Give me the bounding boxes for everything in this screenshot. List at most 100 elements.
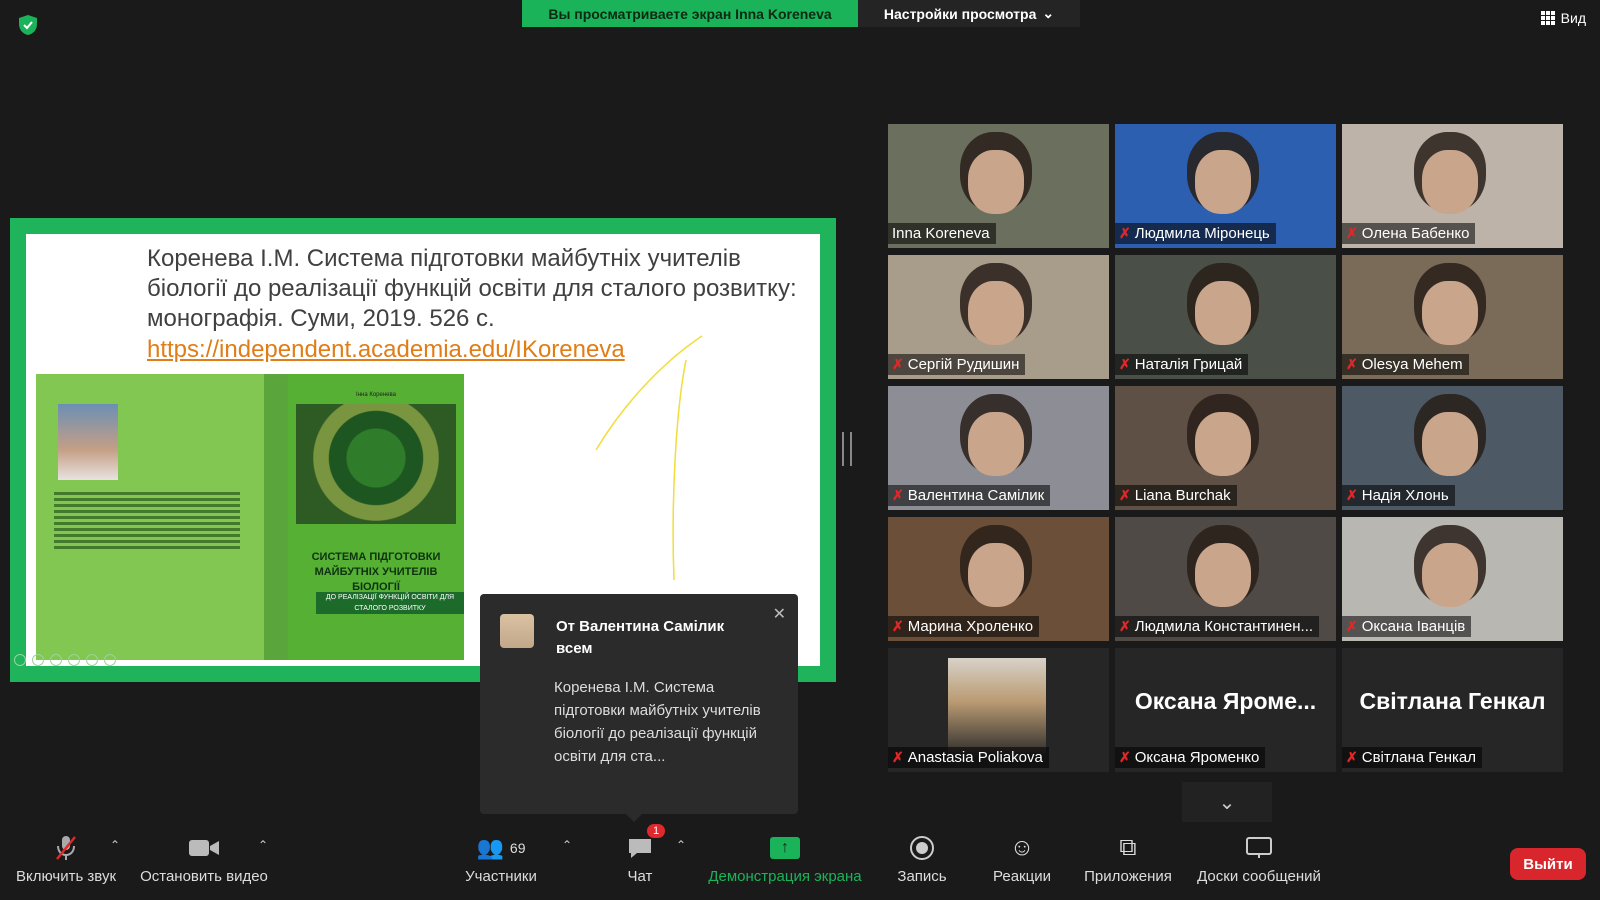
participant-big-name: Оксана Яроме... [1134,688,1317,714]
microphone-muted-icon: ✗ [1346,618,1358,634]
whiteboards-button[interactable]: Доски сообщений [1194,830,1324,885]
participant-big-name: Світлана Генкал [1359,688,1546,714]
whiteboards-label: Доски сообщений [1197,868,1321,885]
microphone-muted-icon: ✗ [892,749,904,765]
participant-name-tag: ✗ Olesya Mehem [1342,354,1469,375]
author-photo [58,404,118,480]
participant-tile[interactable]: ✗ Наталія Грицай [1115,255,1336,379]
view-options-menu[interactable]: Настройки просмотра ⌄ [858,0,1080,27]
chat-bubble-icon: 1 [627,824,666,866]
stop-video-button[interactable]: Остановить видео [138,830,270,885]
whiteboard-icon [1246,830,1272,866]
chat-message: Коренева І.М. Система підготовки майбутн… [554,679,761,765]
participant-tile[interactable]: ✗ Anastasia Poliakova [888,648,1109,772]
chat-notification[interactable]: От Валентина Самілик всем ✕ Коренева І.М… [480,594,798,822]
participants-count: 69 [509,840,526,856]
book-subtitle: ДО РЕАЛІЗАЦІЇ ФУНКЦІЙ ОСВІТИ ДЛЯ СТАЛОГО… [316,592,464,614]
reactions-label: Реакции [993,868,1051,885]
participant-name-tag: ✗ Наталія Грицай [1115,354,1249,375]
participant-tile[interactable]: ✗ Olesya Mehem [1342,255,1563,379]
slide-link[interactable]: https://independent.academia.edu/IKorene… [147,336,625,364]
view-button[interactable]: Вид [1540,10,1586,26]
microphone-muted-icon: ✗ [1119,487,1131,503]
chat-options-caret[interactable]: ⌃ [676,838,686,852]
participant-name-tag: ✗ Liana Burchak [1115,485,1237,506]
reactions-button[interactable]: ☺ Реакции [992,830,1052,885]
book-title: СИСТЕМА ПІДГОТОВКИ МАЙБУТНІХ УЧИТЕЛІВ БІ… [311,551,441,593]
microphone-muted-icon: ✗ [1119,225,1131,241]
participant-tile[interactable]: ✗ Людмила Константинен... [1115,517,1336,641]
participant-name: Світлана Генкал [1361,749,1477,766]
chat-button[interactable]: 1 Чат [618,824,666,885]
participant-tile[interactable]: ✗ Валентина Самілик [888,386,1109,510]
microphone-muted-icon: ✗ [1346,356,1358,372]
slide-controls[interactable] [14,654,116,666]
microphone-muted-icon: ✗ [1119,618,1131,634]
participant-tile[interactable]: ✗ Liana Burchak [1115,386,1336,510]
stop-video-label: Остановить видео [140,868,268,885]
participant-name-tag: ✗ Марина Хроленко [888,616,1040,637]
share-screen-button[interactable]: ↑ Демонстрация экрана [706,830,864,885]
microphone-muted-icon: ✗ [892,356,904,372]
participants-button[interactable]: 👥 69 Участники [460,830,542,885]
slide-citation-text: Коренева І.М. Система підготовки майбутн… [147,245,797,332]
participant-name: Olesya Mehem [1361,356,1463,373]
participant-tile[interactable]: ✗ Оксана Іванців [1342,517,1563,641]
participant-tile[interactable]: Світлана Генкал ✗ Світлана Генкал [1342,648,1563,772]
participant-tile[interactable]: ✗ Надія Хлонь [1342,386,1563,510]
microphone-muted-icon: ✗ [892,618,904,634]
participant-tile[interactable]: ✗ Марина Хроленко [888,517,1109,641]
participant-name: Людмила Міронець [1134,225,1270,242]
share-screen-label: Демонстрация экрана [708,868,862,885]
participant-name: Liana Burchak [1134,487,1231,504]
security-shield-icon[interactable] [18,14,38,36]
participant-face [968,543,1024,607]
participant-name-tag: ✗ Людмила Міронець [1115,223,1276,244]
avatar [500,614,534,648]
participant-face [968,150,1024,214]
unmute-button[interactable]: Включить звук [14,830,118,885]
participant-name: Валентина Самілик [907,487,1045,504]
participant-name-tag: ✗ Оксана Яроменко [1115,747,1266,768]
audio-options-caret[interactable]: ⌃ [110,838,120,852]
apps-button[interactable]: ⧉ Приложения [1082,830,1174,885]
participant-face [968,281,1024,345]
resize-handle[interactable] [842,432,852,466]
participant-tile[interactable]: ✗ Людмила Міронець [1115,124,1336,248]
leave-meeting-button[interactable]: Выйти [1510,848,1586,880]
book-front-cover: Інна Коренева СИСТЕМА ПІДГОТОВКИ МАЙБУТН… [288,374,464,660]
book-spine [264,374,288,660]
book-cover-image: Інна Коренева СИСТЕМА ПІДГОТОВКИ МАЙБУТН… [36,374,464,660]
book-author: Інна Коренева [356,392,396,398]
apps-label: Приложения [1084,868,1172,885]
profile-photo [948,658,1046,756]
book-back-text [54,492,240,552]
participant-face [1422,281,1478,345]
grid-icon [1540,11,1555,25]
participant-name-tag: ✗ Anastasia Poliakova [888,747,1049,768]
screen-share-banner: Вы просматриваете экран Inna Koreneva [522,0,858,27]
video-options-caret[interactable]: ⌃ [258,838,268,852]
record-label: Запись [897,868,947,885]
share-screen-icon: ↑ [770,830,800,866]
participant-name-tag: ✗ Сергій Рудишин [888,354,1026,375]
participant-face [1195,281,1251,345]
participants-options-caret[interactable]: ⌃ [562,838,572,852]
participant-tile[interactable]: ✗ Олена Бабенко [1342,124,1563,248]
participant-name: Олена Бабенко [1361,225,1470,242]
smiley-plus-icon: ☺ [1009,834,1035,861]
chevron-down-icon: ⌄ [1042,5,1055,21]
participant-gallery: Inna Koreneva ✗ Людмила Міронець ✗ Олена Баб… [888,124,1564,776]
close-icon[interactable]: ✕ [773,604,786,624]
view-button-label: Вид [1560,10,1586,26]
participant-name-tag: Inna Koreneva [888,223,996,244]
participant-face [1422,150,1478,214]
record-button[interactable]: Запись [896,830,948,885]
gallery-scroll-down-button[interactable]: ⌄ [1182,782,1272,822]
participant-tile[interactable]: Оксана Яроме... ✗ Оксана Яроменко [1115,648,1336,772]
participant-tile[interactable]: Inna Koreneva [888,124,1109,248]
unmute-label: Включить звук [15,868,117,885]
participant-tile[interactable]: ✗ Сергій Рудишин [888,255,1109,379]
chat-unread-badge: 1 [647,824,666,838]
tree-illustration [296,404,456,524]
